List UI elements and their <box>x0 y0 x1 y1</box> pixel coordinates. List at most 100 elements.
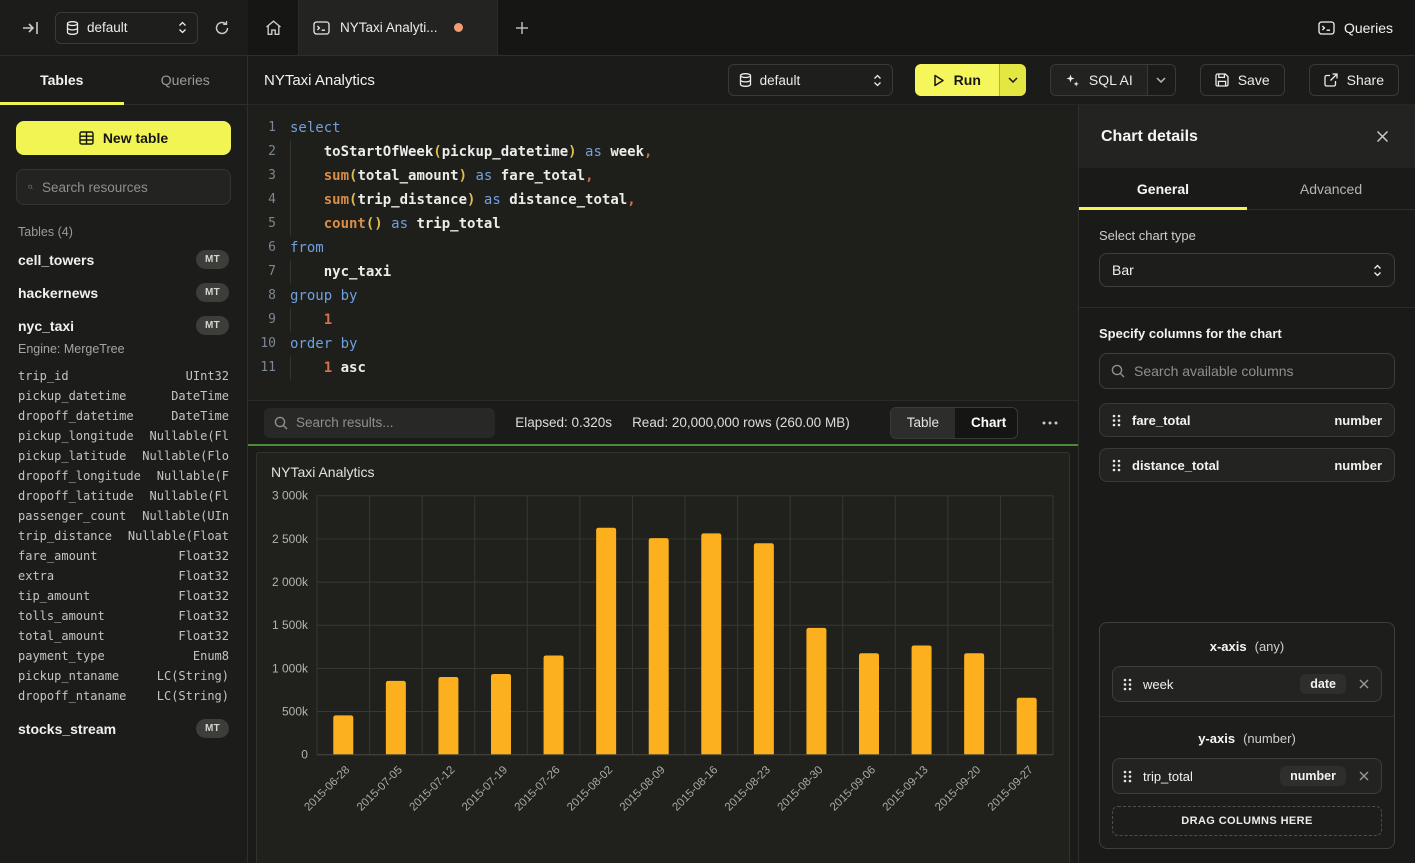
chart-type-select[interactable]: Bar <box>1099 253 1395 287</box>
line-number: 6 <box>248 236 290 260</box>
sidebar-tab-tables[interactable]: Tables <box>0 56 124 104</box>
axis-column-chip[interactable]: trip_totalnumber <box>1112 758 1382 794</box>
svg-text:2 500k: 2 500k <box>272 532 308 546</box>
column-type: Nullable(F <box>157 466 229 486</box>
svg-text:2015-09-06: 2015-09-06 <box>828 764 878 813</box>
column-type: DateTime <box>171 386 229 406</box>
results-search[interactable] <box>264 408 495 438</box>
code-text: group by <box>290 284 1078 308</box>
available-column-chip[interactable]: fare_totalnumber <box>1099 403 1395 437</box>
columns-search-input[interactable] <box>1134 363 1383 379</box>
table-name: cell_towers <box>18 252 94 268</box>
query-tab-nytaxi[interactable]: NYTaxi Analyti... <box>298 0 498 55</box>
sidebar-tab-queries[interactable]: Queries <box>124 56 248 104</box>
collapse-sidebar-button[interactable] <box>18 17 43 39</box>
table-name: stocks_stream <box>18 721 116 737</box>
chart-details-title: Chart details <box>1101 128 1198 146</box>
share-label: Share <box>1347 72 1384 88</box>
sidebar-content: New table Tables (4) cell_towersMThacker… <box>0 105 247 863</box>
close-panel-button[interactable] <box>1372 126 1393 147</box>
search-icon <box>1111 364 1125 378</box>
run-button[interactable]: Run <box>915 64 999 96</box>
x-axis-label: x-axis <box>1210 639 1247 654</box>
queries-button[interactable]: Queries <box>1318 20 1393 36</box>
column-name: trip_distance <box>18 526 112 546</box>
resources-search[interactable] <box>16 169 231 205</box>
column-row: total_amountFloat32 <box>18 626 229 646</box>
column-row: payment_typeEnum8 <box>18 646 229 666</box>
run-options-button[interactable] <box>999 64 1026 96</box>
available-column-chip[interactable]: distance_totalnumber <box>1099 448 1395 482</box>
sql-editor[interactable]: 1select2 toStartOfWeek(pickup_datetime) … <box>248 105 1078 400</box>
x-axis-header: x-axis (any) <box>1112 639 1382 654</box>
engine-badge: MT <box>196 719 229 738</box>
svg-text:500k: 500k <box>282 705 308 719</box>
line-number: 1 <box>248 116 290 140</box>
drag-handle-icon <box>1112 414 1121 427</box>
column-name: pickup_datetime <box>18 386 126 406</box>
engine-badge: MT <box>196 283 229 302</box>
code-text: count() as trip_total <box>290 212 1078 236</box>
column-name: trip_id <box>18 366 69 386</box>
more-options-button[interactable] <box>1038 417 1062 429</box>
collapse-sidebar-icon <box>22 21 39 35</box>
view-toggle: Table Chart <box>890 407 1018 439</box>
y-axis-header: y-axis(number) <box>1112 731 1382 746</box>
table-item[interactable]: cell_towersMT <box>16 243 231 276</box>
tab-title: NYTaxi Analyti... <box>340 20 438 35</box>
editor-line: 11 1 asc <box>248 356 1078 380</box>
chevron-updown-icon <box>178 21 187 34</box>
remove-column-button[interactable] <box>1357 677 1371 691</box>
refresh-button[interactable] <box>210 16 234 40</box>
column-name: tolls_amount <box>18 606 105 626</box>
editor-line: 5 count() as trip_total <box>248 212 1078 236</box>
save-button[interactable]: Save <box>1200 64 1285 96</box>
chart-title: NYTaxi Analytics <box>257 453 1069 482</box>
results-search-input[interactable] <box>296 415 485 430</box>
column-type: DateTime <box>171 406 229 426</box>
code-text: toStartOfWeek(pickup_datetime) as week, <box>290 140 1078 164</box>
table-item[interactable]: stocks_stream MT <box>16 712 231 745</box>
share-button[interactable]: Share <box>1309 64 1399 96</box>
page-title: NYTaxi Analytics <box>264 72 375 89</box>
database-selector[interactable]: default <box>55 12 198 44</box>
view-toggle-table[interactable]: Table <box>891 408 955 438</box>
database-icon <box>739 73 752 87</box>
column-type: LC(String) <box>157 666 229 686</box>
terminal-icon <box>1318 21 1335 35</box>
x-axis-hint: (any) <box>1255 639 1285 654</box>
resources-search-input[interactable] <box>42 180 219 195</box>
svg-text:2015-08-09: 2015-08-09 <box>618 764 668 813</box>
chart-panel: NYTaxi Analytics 0500k1 000k1 500k2 000k… <box>256 452 1070 863</box>
table-item[interactable]: nyc_taxiMT <box>16 309 231 342</box>
columns-search[interactable] <box>1099 353 1395 389</box>
table-item[interactable]: hackernewsMT <box>16 276 231 309</box>
tables-list: cell_towersMThackernewsMTnyc_taxiMTEngin… <box>16 243 231 745</box>
home-button[interactable] <box>248 0 298 55</box>
editor-line: 1select <box>248 116 1078 140</box>
tab-general[interactable]: General <box>1079 168 1247 209</box>
columns-section-label: Specify columns for the chart <box>1099 326 1395 341</box>
results-toolbar: Elapsed: 0.320s Read: 20,000,000 rows (2… <box>248 400 1078 444</box>
column-type: LC(String) <box>157 686 229 706</box>
drop-zone[interactable]: DRAG COLUMNS HERE <box>1112 806 1382 836</box>
play-icon <box>933 74 945 87</box>
editor-line: 6from <box>248 236 1078 260</box>
column-row: pickup_ntanameLC(String) <box>18 666 229 686</box>
column-row: passenger_countNullable(UIn <box>18 506 229 526</box>
sql-ai-button[interactable]: SQL AI <box>1051 65 1147 95</box>
column-row: pickup_datetime DateTime <box>18 386 229 406</box>
tab-advanced[interactable]: Advanced <box>1247 168 1415 209</box>
editor-line: 4 sum(trip_distance) as distance_total, <box>248 188 1078 212</box>
new-table-button[interactable]: New table <box>16 121 231 155</box>
new-tab-button[interactable] <box>498 0 546 55</box>
chip-column-type: number <box>1334 413 1382 428</box>
remove-column-button[interactable] <box>1357 769 1371 783</box>
column-row: trip_idUInt32 <box>18 366 229 386</box>
sql-ai-options-button[interactable] <box>1147 65 1175 95</box>
chevron-down-icon <box>1008 77 1018 83</box>
svg-text:2015-09-27: 2015-09-27 <box>986 764 1036 813</box>
view-toggle-chart[interactable]: Chart <box>955 408 1018 438</box>
axis-column-chip[interactable]: weekdate <box>1112 666 1382 702</box>
editor-database-selector[interactable]: default <box>728 64 893 96</box>
